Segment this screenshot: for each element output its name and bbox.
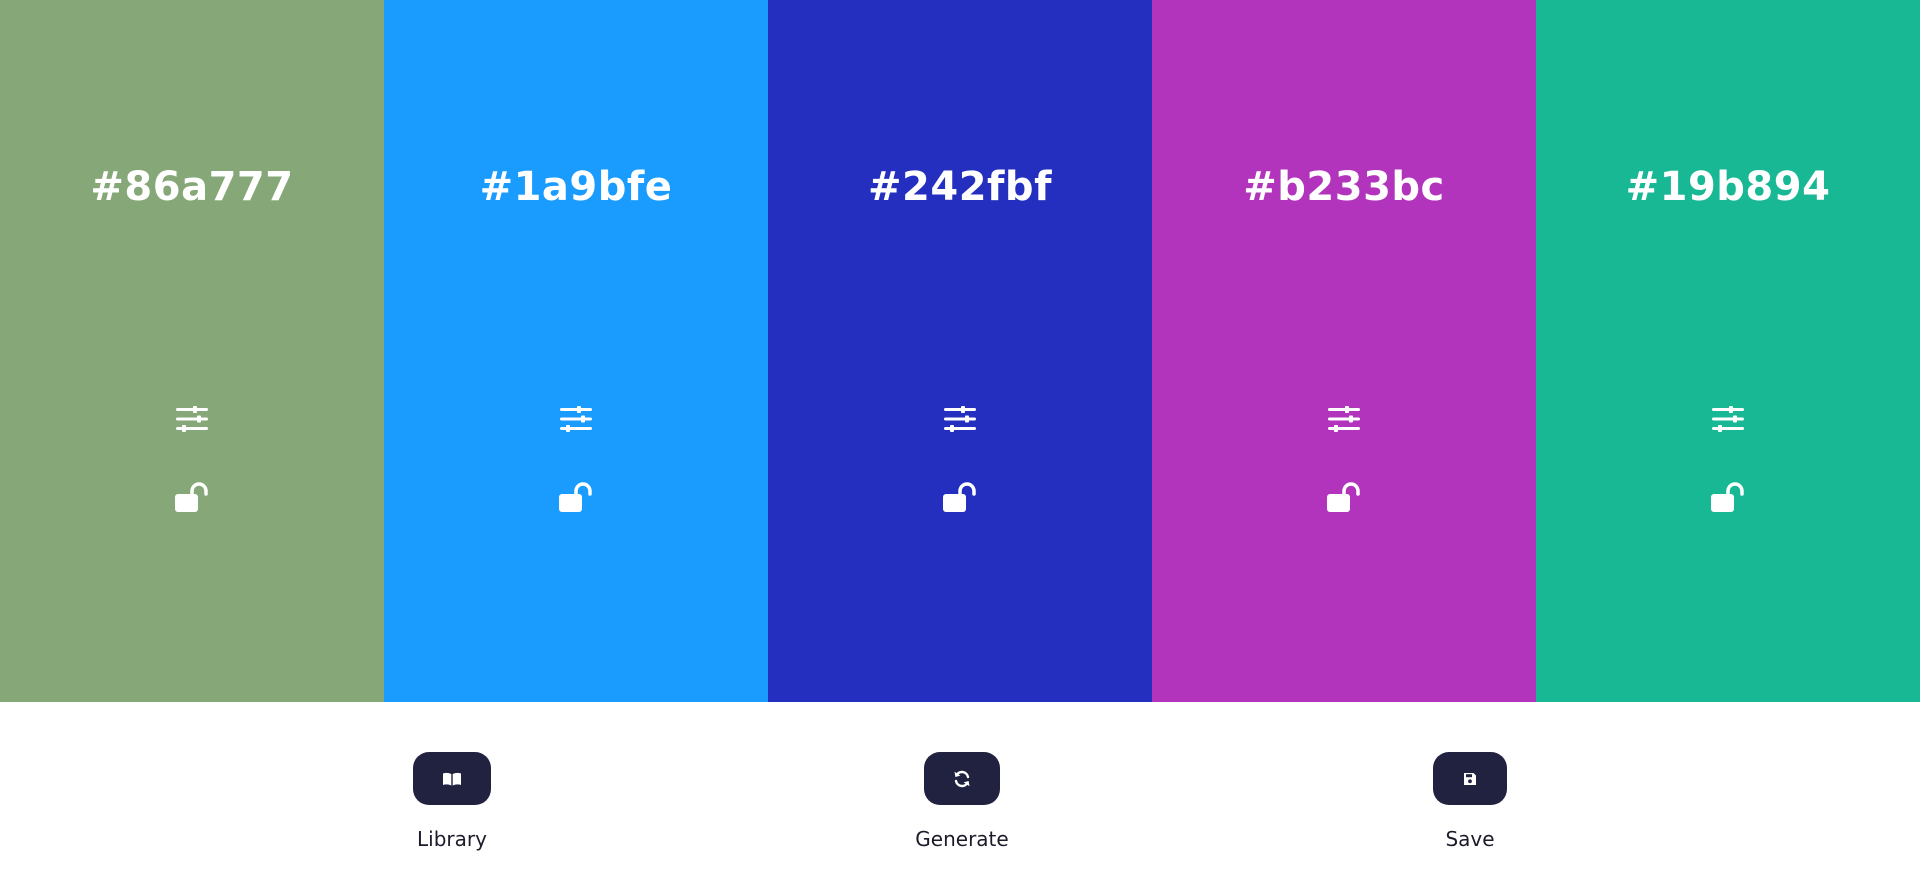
color-swatch-5: #19b894 <box>1536 0 1920 702</box>
lock-button[interactable] <box>940 477 980 517</box>
library-label: Library <box>417 827 487 851</box>
hex-code[interactable]: #242fbf <box>768 164 1152 210</box>
book-icon <box>443 772 461 785</box>
color-swatch-1: #86a777 <box>0 0 384 702</box>
lock-button[interactable] <box>556 477 596 517</box>
hex-code[interactable]: #1a9bfe <box>384 164 768 210</box>
color-swatch-4: #b233bc <box>1152 0 1536 702</box>
color-swatch-2: #1a9bfe <box>384 0 768 702</box>
save-label: Save <box>1445 827 1495 851</box>
unlocked-padlock-icon <box>559 482 592 512</box>
lock-button[interactable] <box>1324 477 1364 517</box>
sliders-icon <box>560 406 592 432</box>
refresh-icon <box>954 770 970 787</box>
save-button[interactable] <box>1433 752 1507 805</box>
adjust-button[interactable] <box>172 399 212 439</box>
unlocked-padlock-icon <box>943 482 976 512</box>
hex-code[interactable]: #19b894 <box>1536 164 1920 210</box>
color-palette: #86a777 #1a9bfe #242fbf #b233bc #19b894 <box>0 0 1920 702</box>
sliders-icon <box>944 406 976 432</box>
adjust-button[interactable] <box>940 399 980 439</box>
lock-button[interactable] <box>172 477 212 517</box>
generate-label: Generate <box>915 827 1009 851</box>
adjust-button[interactable] <box>1324 399 1364 439</box>
unlocked-padlock-icon <box>1711 482 1744 512</box>
color-swatch-3: #242fbf <box>768 0 1152 702</box>
sliders-icon <box>1328 406 1360 432</box>
adjust-button[interactable] <box>1708 399 1748 439</box>
save-tool: Save <box>1390 752 1550 851</box>
sliders-icon <box>176 406 208 432</box>
lock-button[interactable] <box>1708 477 1748 517</box>
library-tool: Library <box>372 752 532 851</box>
unlocked-padlock-icon <box>175 482 208 512</box>
toolbar: Library Generate Save <box>0 702 1920 877</box>
hex-code[interactable]: #86a777 <box>0 164 384 210</box>
generate-tool: Generate <box>882 752 1042 851</box>
floppy-disk-icon <box>1464 772 1476 785</box>
generate-button[interactable] <box>924 752 1000 805</box>
library-button[interactable] <box>413 752 491 805</box>
adjust-button[interactable] <box>556 399 596 439</box>
unlocked-padlock-icon <box>1327 482 1360 512</box>
sliders-icon <box>1712 406 1744 432</box>
hex-code[interactable]: #b233bc <box>1152 164 1536 210</box>
